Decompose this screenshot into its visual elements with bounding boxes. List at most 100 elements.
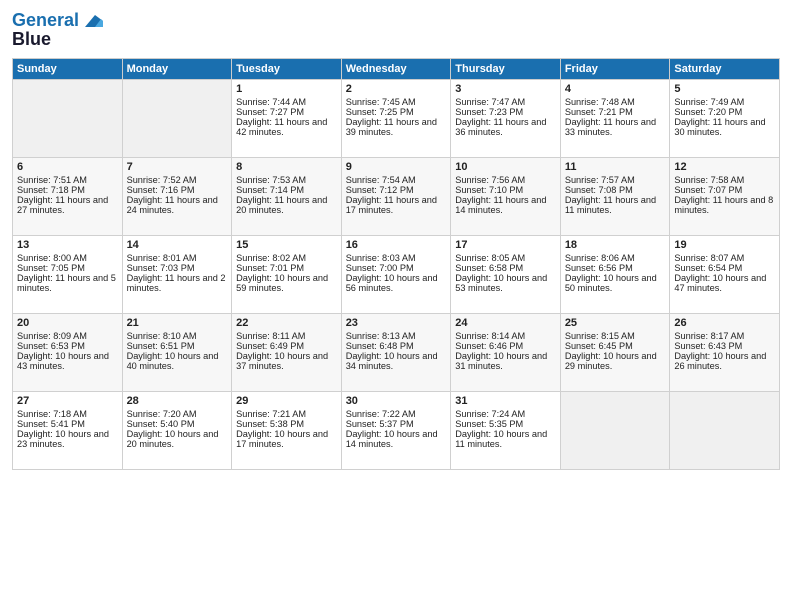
day-info: Sunset: 6:46 PM <box>455 341 556 351</box>
week-row-2: 6 Sunrise: 7:51 AMSunset: 7:18 PM Daylight… <box>13 158 780 236</box>
day-info: Daylight: 11 hours and 30 minutes. <box>674 117 775 137</box>
day-info: Sunset: 6:45 PM <box>565 341 666 351</box>
day-info: Sunset: 6:53 PM <box>17 341 118 351</box>
day-info: Daylight: 10 hours and 23 minutes. <box>17 429 118 449</box>
day-cell: 22Sunrise: 8:11 AMSunset: 6:49 PMDayligh… <box>232 314 342 392</box>
day-number: 17 <box>455 239 556 251</box>
day-info: Sunrise: 8:13 AM <box>346 331 447 341</box>
col-header-saturday: Saturday <box>670 59 780 80</box>
day-cell: 1Sunrise: 7:44 AMSunset: 7:27 PMDaylight… <box>232 80 342 158</box>
day-info: Sunset: 7:03 PM <box>127 263 228 273</box>
col-header-sunday: Sunday <box>13 59 123 80</box>
day-number: 18 <box>565 239 666 251</box>
day-info: Daylight: 11 hours and 8 minutes. <box>674 195 775 215</box>
day-cell: 26 Sunrise: 8:17 AMSunset: 6:43 PMDayligh… <box>670 314 780 392</box>
header-row: SundayMondayTuesdayWednesdayThursdayFrid… <box>13 59 780 80</box>
day-info: Sunset: 7:27 PM <box>236 107 337 117</box>
day-info: Sunrise: 8:02 AM <box>236 253 337 263</box>
day-info: Daylight: 10 hours and 26 minutes. <box>674 351 775 371</box>
day-info: Sunset: 6:43 PM <box>674 341 775 351</box>
day-info: Sunrise: 8:15 AM <box>565 331 666 341</box>
day-info: Daylight: 11 hours and 14 minutes. <box>455 195 556 215</box>
day-info: Sunrise: 7:52 AM <box>127 175 228 185</box>
day-cell: 30 Sunrise: 7:22 AMSunset: 5:37 PMDayligh… <box>341 392 451 470</box>
page-container: General Blue SundayMondayTuesdayWednesda… <box>0 0 792 478</box>
day-number: 4 <box>565 83 666 95</box>
day-info: Sunrise: 7:53 AM <box>236 175 337 185</box>
day-info: Sunset: 7:25 PM <box>346 107 447 117</box>
col-header-wednesday: Wednesday <box>341 59 451 80</box>
day-cell: 9Sunrise: 7:54 AMSunset: 7:12 PMDaylight… <box>341 158 451 236</box>
day-info: Daylight: 11 hours and 33 minutes. <box>565 117 666 137</box>
day-info: Sunset: 6:48 PM <box>346 341 447 351</box>
day-info: Daylight: 11 hours and 20 minutes. <box>236 195 337 215</box>
col-header-thursday: Thursday <box>451 59 561 80</box>
day-number: 24 <box>455 317 556 329</box>
day-info: Sunset: 7:12 PM <box>346 185 447 195</box>
day-cell <box>13 80 123 158</box>
day-info: Sunset: 7:05 PM <box>17 263 118 273</box>
day-cell: 31Sunrise: 7:24 AMSunset: 5:35 PMDayligh… <box>451 392 561 470</box>
day-number: 12 <box>674 161 775 173</box>
logo: General Blue <box>12 10 103 50</box>
day-info: Daylight: 11 hours and 17 minutes. <box>346 195 447 215</box>
day-number: 6 <box>17 161 118 173</box>
day-info: Sunrise: 7:49 AM <box>674 97 775 107</box>
day-info: Sunrise: 8:11 AM <box>236 331 337 341</box>
day-info: Sunrise: 7:58 AM <box>674 175 775 185</box>
day-cell: 24Sunrise: 8:14 AMSunset: 6:46 PMDayligh… <box>451 314 561 392</box>
day-cell: 13Sunrise: 8:00 AMSunset: 7:05 PMDayligh… <box>13 236 123 314</box>
day-info: Sunrise: 7:18 AM <box>17 409 118 419</box>
calendar-table: SundayMondayTuesdayWednesdayThursdayFrid… <box>12 58 780 470</box>
day-info: Sunrise: 7:20 AM <box>127 409 228 419</box>
day-info: Sunset: 7:08 PM <box>565 185 666 195</box>
day-info: Sunset: 6:49 PM <box>236 341 337 351</box>
logo-general: General <box>12 10 79 31</box>
day-info: Sunset: 5:37 PM <box>346 419 447 429</box>
day-info: Daylight: 11 hours and 39 minutes. <box>346 117 447 137</box>
day-info: Daylight: 10 hours and 14 minutes. <box>346 429 447 449</box>
day-number: 10 <box>455 161 556 173</box>
day-info: Sunrise: 8:06 AM <box>565 253 666 263</box>
day-cell: 28Sunrise: 7:20 AMSunset: 5:40 PMDayligh… <box>122 392 232 470</box>
day-info: Daylight: 10 hours and 40 minutes. <box>127 351 228 371</box>
day-info: Sunrise: 8:17 AM <box>674 331 775 341</box>
col-header-friday: Friday <box>560 59 670 80</box>
week-row-5: 27Sunrise: 7:18 AMSunset: 5:41 PMDayligh… <box>13 392 780 470</box>
col-header-monday: Monday <box>122 59 232 80</box>
day-info: Sunset: 7:00 PM <box>346 263 447 273</box>
day-cell: 6Sunrise: 7:51 AMSunset: 7:18 PMDaylight… <box>13 158 123 236</box>
day-number: 5 <box>674 83 775 95</box>
day-info: Sunset: 7:14 PM <box>236 185 337 195</box>
day-cell: 25Sunrise: 8:15 AMSunset: 6:45 PMDayligh… <box>560 314 670 392</box>
day-info: Daylight: 10 hours and 31 minutes. <box>455 351 556 371</box>
day-info: Daylight: 11 hours and 42 minutes. <box>236 117 337 137</box>
day-number: 14 <box>127 239 228 251</box>
day-cell: 20Sunrise: 8:09 AMSunset: 6:53 PMDayligh… <box>13 314 123 392</box>
day-info: Sunrise: 7:22 AM <box>346 409 447 419</box>
day-info: Sunrise: 7:47 AM <box>455 97 556 107</box>
day-info: Sunset: 7:16 PM <box>127 185 228 195</box>
day-number: 1 <box>236 83 337 95</box>
day-number: 25 <box>565 317 666 329</box>
day-info: Daylight: 10 hours and 53 minutes. <box>455 273 556 293</box>
day-info: Daylight: 10 hours and 59 minutes. <box>236 273 337 293</box>
day-info: Sunset: 7:18 PM <box>17 185 118 195</box>
day-info: Sunset: 7:07 PM <box>674 185 775 195</box>
day-info: Sunrise: 8:10 AM <box>127 331 228 341</box>
logo-blue: Blue <box>12 29 51 50</box>
day-number: 23 <box>346 317 447 329</box>
day-number: 8 <box>236 161 337 173</box>
day-info: Sunrise: 8:00 AM <box>17 253 118 263</box>
day-info: Sunrise: 7:51 AM <box>17 175 118 185</box>
day-info: Sunrise: 8:01 AM <box>127 253 228 263</box>
day-number: 30 <box>346 395 447 407</box>
day-number: 11 <box>565 161 666 173</box>
day-info: Sunrise: 7:48 AM <box>565 97 666 107</box>
day-cell: 2Sunrise: 7:45 AMSunset: 7:25 PMDaylight… <box>341 80 451 158</box>
day-info: Sunrise: 8:05 AM <box>455 253 556 263</box>
day-info: Daylight: 11 hours and 36 minutes. <box>455 117 556 137</box>
day-number: 26 <box>674 317 775 329</box>
day-cell: 27Sunrise: 7:18 AMSunset: 5:41 PMDayligh… <box>13 392 123 470</box>
day-info: Sunset: 5:41 PM <box>17 419 118 429</box>
